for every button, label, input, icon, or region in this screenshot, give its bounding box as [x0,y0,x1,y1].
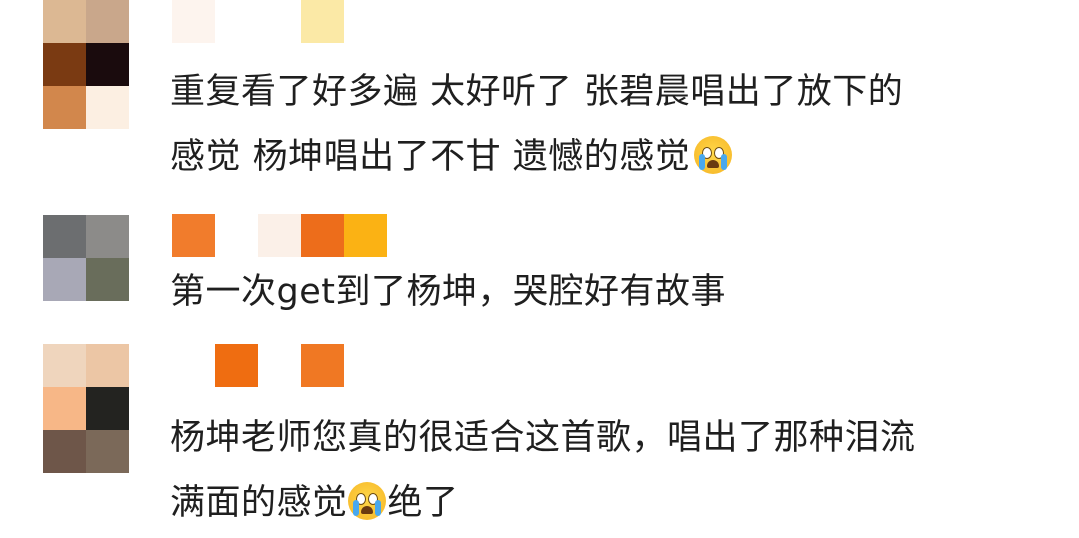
username-mosaic[interactable] [301,344,344,387]
username-mosaic[interactable] [301,214,344,257]
username-mosaic[interactable] [172,0,215,43]
comment-text-line: 满面的感觉 绝了 [170,482,459,523]
comment-text: 杨坤老师您真的很适合这首歌，唱出了那种泪流 满面的感觉 绝了 [170,406,916,536]
comment-item-2: 第一次get到了杨坤，哭腔好有故事 [0,214,1079,334]
comment-text-line: 重复看了好多遍 太好听了 张碧晨唱出了放下的 [170,72,904,112]
comment-text-line: 感觉 杨坤唱出了不甘 遗憾的感觉 [170,125,903,190]
avatar-pixel [86,86,129,129]
avatar-pixel [43,344,86,387]
loudly-crying-face-icon [347,482,386,520]
avatar-pixel [43,258,86,301]
avatar-pixel [86,215,129,258]
comment-text-line: 第一次get到了杨坤，哭腔好有故事 [170,272,726,312]
avatar-pixel [43,430,86,473]
avatar-pixel [86,258,129,301]
comment-text-line: 杨坤老师您真的很适合这首歌，唱出了那种泪流 [170,418,916,458]
user-avatar[interactable] [43,344,129,473]
username-mosaic[interactable] [344,214,387,257]
comment-text: 第一次get到了杨坤，哭腔好有故事 [170,260,726,325]
avatar-pixel [86,43,129,86]
username-mosaic[interactable] [258,214,301,257]
comment-item-3: 杨坤老师您真的很适合这首歌，唱出了那种泪流 满面的感觉 绝了 [0,344,1079,538]
avatar-pixel [86,430,129,473]
user-avatar[interactable] [43,0,129,129]
comment-item-1: 重复看了好多遍 太好听了 张碧晨唱出了放下的 感觉 杨坤唱出了不甘 遗憾的感觉 [0,0,1079,200]
username-mosaic[interactable] [215,344,258,387]
avatar-pixel [86,344,129,387]
avatar-pixel [43,387,86,430]
username-mosaic[interactable] [172,214,215,257]
avatar-pixel [86,0,129,43]
avatar-pixel [43,0,86,43]
comment-text: 重复看了好多遍 太好听了 张碧晨唱出了放下的 感觉 杨坤唱出了不甘 遗憾的感觉 [170,60,903,190]
avatar-pixel [43,86,86,129]
loudly-crying-face-icon [694,136,733,174]
username-mosaic[interactable] [301,0,344,43]
avatar-pixel [86,387,129,430]
avatar-pixel [43,43,86,86]
user-avatar[interactable] [43,215,129,301]
avatar-pixel [43,215,86,258]
